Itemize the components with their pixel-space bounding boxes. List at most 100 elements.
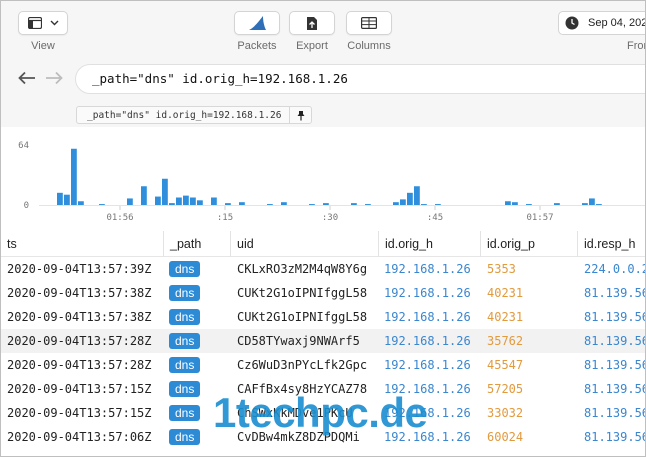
- cell-path: dns: [169, 305, 229, 329]
- cell-path: dns: [169, 329, 229, 353]
- packets-button[interactable]: [234, 11, 280, 35]
- cell-ts: 2020-09-04T13:57:15Z: [7, 382, 152, 396]
- histogram-bar: [127, 198, 133, 205]
- pinned-bar: _path="dns" id.orig_h=192.168.1.26: [1, 105, 645, 127]
- histogram-bar: [512, 202, 518, 205]
- cell-resp-h: 81.139.56.100: [584, 310, 645, 324]
- histogram-bar: [435, 204, 441, 205]
- histogram-bar: [526, 204, 532, 205]
- x-tick-label: :45: [427, 213, 443, 223]
- cell-resp-h: 81.139.56.100: [584, 334, 645, 348]
- cell-orig-h: 192.168.1.26: [384, 358, 471, 372]
- view-button[interactable]: [18, 11, 68, 35]
- chevron-down-icon: [50, 20, 58, 26]
- cell-resp-h: 81.139.56.100: [584, 406, 645, 420]
- path-badge[interactable]: dns: [169, 357, 201, 373]
- path-badge[interactable]: dns: [169, 261, 201, 277]
- back-button[interactable]: [16, 67, 38, 89]
- cell-ts: 2020-09-04T13:57:38Z: [7, 286, 152, 300]
- path-badge[interactable]: dns: [169, 285, 201, 301]
- histogram-bar: [407, 192, 413, 205]
- histogram-bar: [169, 203, 175, 205]
- packets-group: Packets: [234, 11, 280, 52]
- columns-button[interactable]: [346, 11, 392, 35]
- cell-orig-p: 35762: [487, 334, 524, 348]
- histogram-bar: [596, 204, 602, 205]
- cell-resp-h: 81.139.56.100: [584, 286, 645, 300]
- table-row[interactable]: 2020-09-04T13:57:39Z dns CKLxRO3zM2M4qW8Y6…: [1, 257, 645, 281]
- path-badge[interactable]: dns: [169, 381, 201, 397]
- histogram-bar: [176, 197, 182, 205]
- cell-resp-h: 224.0.0.251: [584, 262, 645, 276]
- histogram-bar: [414, 186, 420, 205]
- search-bar: _path="dns" id.orig_h=192.168.1.26: [1, 57, 645, 105]
- pin-icon[interactable]: [289, 107, 311, 123]
- columns-label: Columns: [347, 40, 391, 52]
- histogram-bar: [365, 204, 371, 205]
- histogram-bar: [155, 196, 161, 205]
- arrow-right-icon: [46, 71, 63, 85]
- table-row[interactable]: 2020-09-04T13:57:38Z dns CUKt2G1oIPNIfggL5…: [1, 305, 645, 329]
- table-header: ts _path uid id.orig_h id.orig_p id.resp…: [1, 231, 645, 257]
- cell-orig-p: 33032: [487, 406, 524, 420]
- histogram-bar: [190, 197, 196, 205]
- cell-path: dns: [169, 353, 229, 377]
- column-header-path[interactable]: _path: [163, 231, 230, 257]
- cell-uid: CUKt2G1oIPNIfggL58: [237, 286, 368, 300]
- date-text: Sep 04, 2020: [588, 17, 645, 29]
- column-header-orig-p[interactable]: id.orig_p: [480, 231, 577, 257]
- x-tick-label: :30: [322, 213, 338, 223]
- column-header-resp-h[interactable]: id.resp_h: [577, 231, 645, 257]
- histogram-chart[interactable]: 64 0 01:56:15:30:45 01:57: [1, 127, 645, 231]
- histogram-bar: [64, 194, 70, 205]
- table-row[interactable]: 2020-09-04T13:57:28Z dns Cz6WuD3nPYcLfk2Gp…: [1, 353, 645, 377]
- pinned-filter-chip[interactable]: _path="dns" id.orig_h=192.168.1.26: [76, 106, 313, 124]
- cell-path: dns: [169, 281, 229, 305]
- cell-uid: CUKt2G1oIPNIfggL58: [237, 310, 368, 324]
- cell-orig-h: 192.168.1.26: [384, 262, 471, 276]
- histogram-bar: [421, 204, 427, 205]
- arrow-left-icon: [18, 71, 35, 85]
- column-header-uid[interactable]: uid: [230, 231, 378, 257]
- table-row[interactable]: 2020-09-04T13:57:28Z dns CD58TYwaxj9NWArf5…: [1, 329, 645, 353]
- search-input[interactable]: _path="dns" id.orig_h=192.168.1.26: [75, 64, 645, 94]
- export-file-icon: [307, 16, 317, 30]
- cell-orig-p: 40231: [487, 286, 524, 300]
- histogram-bar: [57, 192, 63, 205]
- table-row[interactable]: 2020-09-04T13:57:38Z dns CUKt2G1oIPNIfggL5…: [1, 281, 645, 305]
- histogram-bar: [197, 200, 203, 205]
- histogram-bar: [239, 202, 245, 205]
- forward-button[interactable]: [43, 67, 65, 89]
- histogram-bar: [141, 186, 147, 205]
- columns-group: Columns: [346, 11, 392, 52]
- path-badge[interactable]: dns: [169, 309, 201, 325]
- shark-fin-icon: [249, 16, 266, 30]
- clock-icon: [565, 16, 579, 30]
- pinned-filter-text: _path="dns" id.orig_h=192.168.1.26: [87, 109, 282, 121]
- histogram-bar: [582, 203, 588, 205]
- cell-ts: 2020-09-04T13:57:28Z: [7, 358, 152, 372]
- column-header-orig-h[interactable]: id.orig_h: [378, 231, 480, 257]
- cell-resp-h: 81.139.56.100: [584, 382, 645, 396]
- histogram-bar: [225, 203, 231, 205]
- toolbar: View Packets Export Columns Sep 04, 20 F…: [1, 1, 645, 57]
- path-badge[interactable]: dns: [169, 333, 201, 349]
- histogram-bar: [211, 197, 217, 205]
- export-button[interactable]: [289, 11, 335, 35]
- date-picker-button[interactable]: Sep 04, 2020: [558, 11, 645, 35]
- path-badge[interactable]: dns: [169, 405, 201, 421]
- from-label: From: [627, 40, 645, 52]
- x-tick-label: :15: [217, 213, 233, 223]
- view-label: View: [31, 40, 55, 52]
- cell-ts: 2020-09-04T13:57:15Z: [7, 406, 152, 420]
- y-tick-label: 0: [24, 201, 29, 211]
- cell-orig-p: 60024: [487, 430, 524, 444]
- cell-uid: CD58TYwaxj9NWArf5: [237, 334, 360, 348]
- y-tick-label: 64: [18, 141, 29, 151]
- x-tick-label: 01:57: [526, 213, 553, 223]
- histogram-bar: [281, 202, 287, 205]
- path-badge[interactable]: dns: [169, 429, 201, 445]
- histogram-bar: [323, 203, 329, 205]
- cell-ts: 2020-09-04T13:57:39Z: [7, 262, 152, 276]
- column-header-ts[interactable]: ts: [1, 231, 163, 257]
